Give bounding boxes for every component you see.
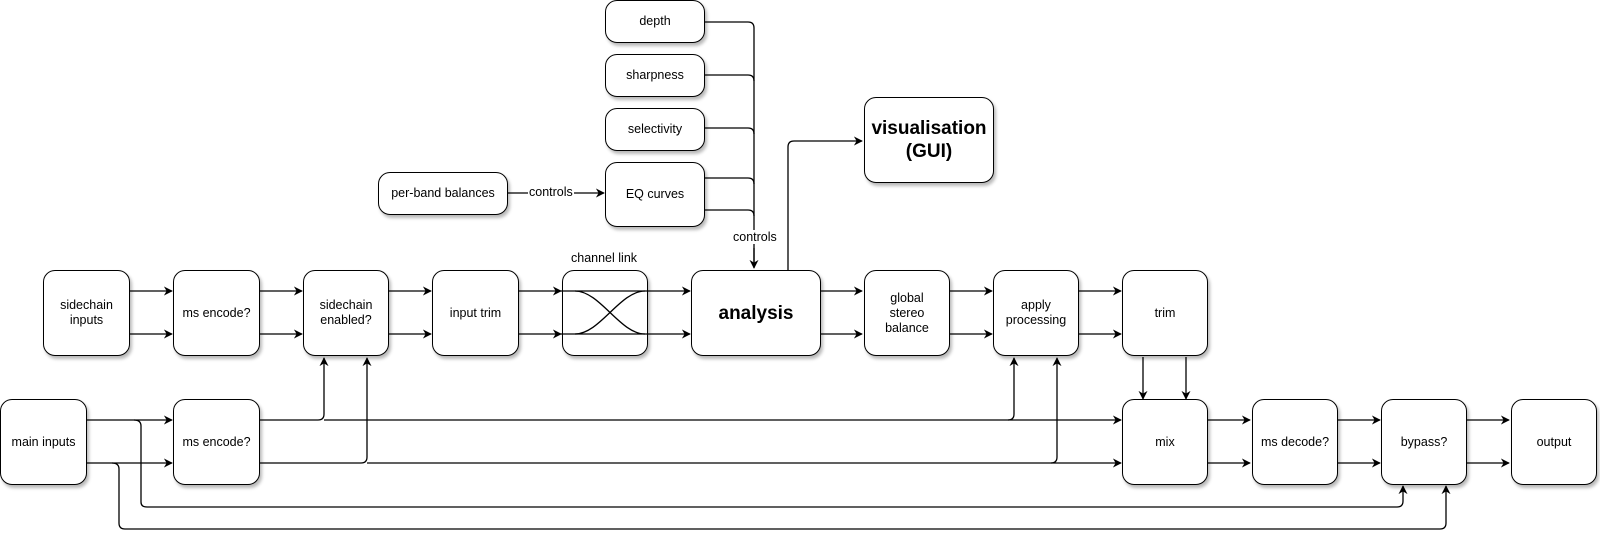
- label-channel-link: channel link: [571, 251, 638, 265]
- node-ms-decode: ms decode?: [1252, 399, 1338, 485]
- edge-main-bypass-b: [111, 462, 1451, 530]
- node-input-trim: input trim: [432, 270, 519, 356]
- node-global-stereo-balance: global stereo balance: [864, 270, 950, 356]
- node-main-ms-encode: ms encode?: [173, 399, 260, 485]
- node-bypass: bypass?: [1381, 399, 1467, 485]
- node-visualisation: visualisation (GUI): [864, 97, 994, 183]
- node-output: output: [1511, 399, 1597, 485]
- edge-selectivity-bus: [705, 127, 755, 135]
- node-sidechain-enabled: sidechain enabled?: [303, 270, 389, 356]
- edge-depth-bus: [705, 21, 755, 262]
- edge-eq2-bus: [705, 209, 755, 217]
- node-sc-ms-encode: ms encode?: [173, 270, 260, 356]
- node-selectivity: selectivity: [605, 108, 705, 151]
- node-eq-curves: EQ curves: [605, 162, 705, 227]
- node-channel-link: [562, 270, 648, 356]
- node-apply-processing: apply processing: [993, 270, 1079, 356]
- node-analysis: analysis: [691, 270, 821, 356]
- node-trim: trim: [1122, 270, 1208, 356]
- label-controls-analysis: controls: [732, 230, 778, 244]
- edge-analysis-vis: [787, 136, 863, 270]
- node-main-inputs: main inputs: [0, 399, 87, 485]
- edge-eq1-bus: [705, 177, 755, 185]
- edge-enc-sce-b: [260, 357, 372, 464]
- edge-enc-apply-b: [1050, 357, 1062, 464]
- node-sharpness: sharpness: [605, 54, 705, 97]
- edge-enc-apply-a: [1007, 357, 1019, 421]
- edge-enc-sce-a: [260, 357, 329, 421]
- node-mix: mix: [1122, 399, 1208, 485]
- node-sidechain-inputs: sidechain inputs: [43, 270, 130, 356]
- label-controls-eq: controls: [528, 185, 574, 199]
- node-per-band-balances: per-band balances: [378, 172, 508, 215]
- node-depth: depth: [605, 0, 705, 43]
- edge-sharpness-bus: [705, 74, 755, 82]
